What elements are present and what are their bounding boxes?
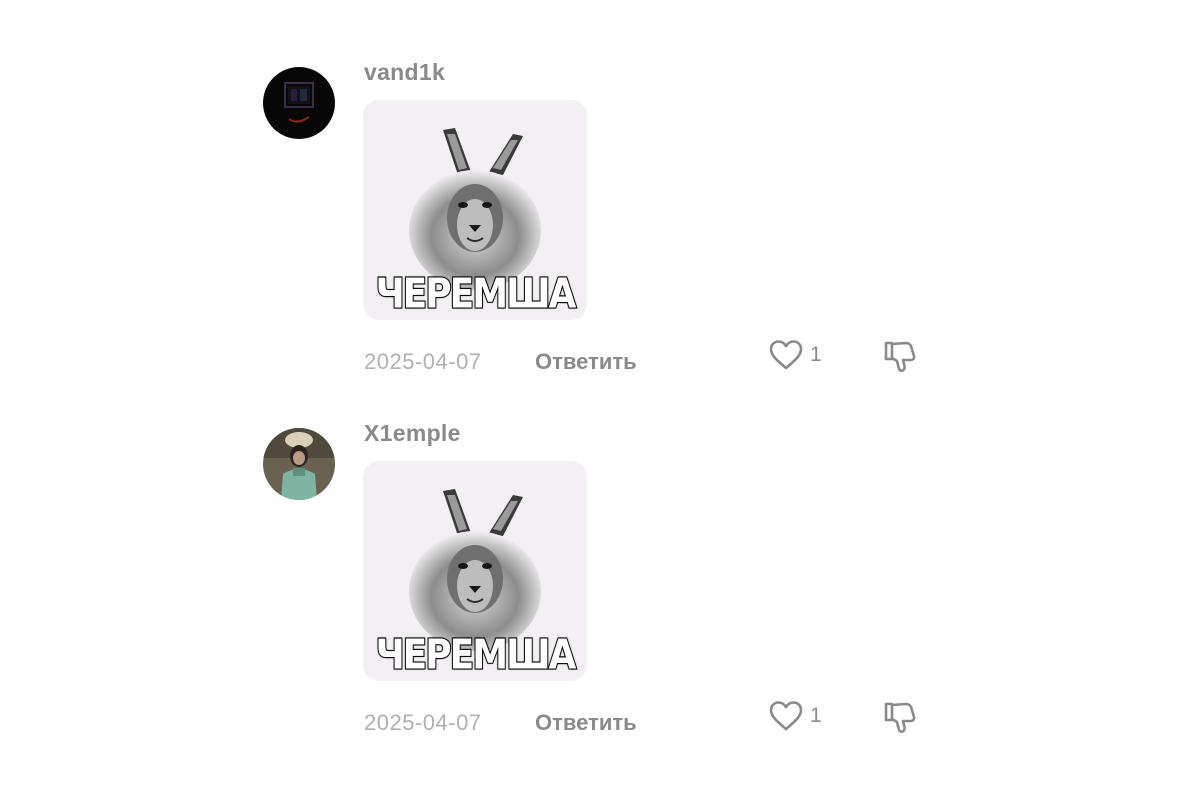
like-count: 1 (810, 343, 822, 366)
avatar[interactable] (263, 67, 335, 139)
photo-avatar-icon (263, 428, 335, 500)
sticker-image: ЧЕРЕМША (363, 461, 587, 681)
sticker-caption: ЧЕРЕМША (375, 631, 578, 680)
like-button[interactable]: 1 (768, 700, 822, 732)
dislike-button[interactable] (882, 700, 918, 741)
username[interactable]: vand1k (364, 59, 445, 86)
comment-item: X1emple ЧЕРЕМША 2025-04-07 Ответить 1 (263, 420, 963, 768)
comment-item: vand1k ЧЕРЕМША 2025-04-07 Ответить 1 (263, 59, 963, 407)
comment-date: 2025-04-07 (364, 710, 482, 735)
avatar[interactable] (263, 428, 335, 500)
reply-button[interactable]: Ответить (535, 349, 637, 375)
sticker-image: ЧЕРЕМША (363, 100, 587, 320)
comment-date: 2025-04-07 (364, 349, 482, 374)
sticker-caption: ЧЕРЕМША (375, 270, 578, 319)
reply-button[interactable]: Ответить (535, 710, 637, 736)
like-count: 1 (810, 704, 822, 727)
like-button[interactable]: 1 (768, 339, 822, 371)
dislike-button[interactable] (882, 339, 918, 380)
heart-icon (769, 701, 803, 731)
username[interactable]: X1emple (364, 420, 461, 447)
heart-icon (769, 340, 803, 370)
dark-logo-avatar-icon (263, 67, 335, 139)
thumbs-down-icon (884, 341, 916, 373)
thumbs-down-icon (884, 702, 916, 734)
